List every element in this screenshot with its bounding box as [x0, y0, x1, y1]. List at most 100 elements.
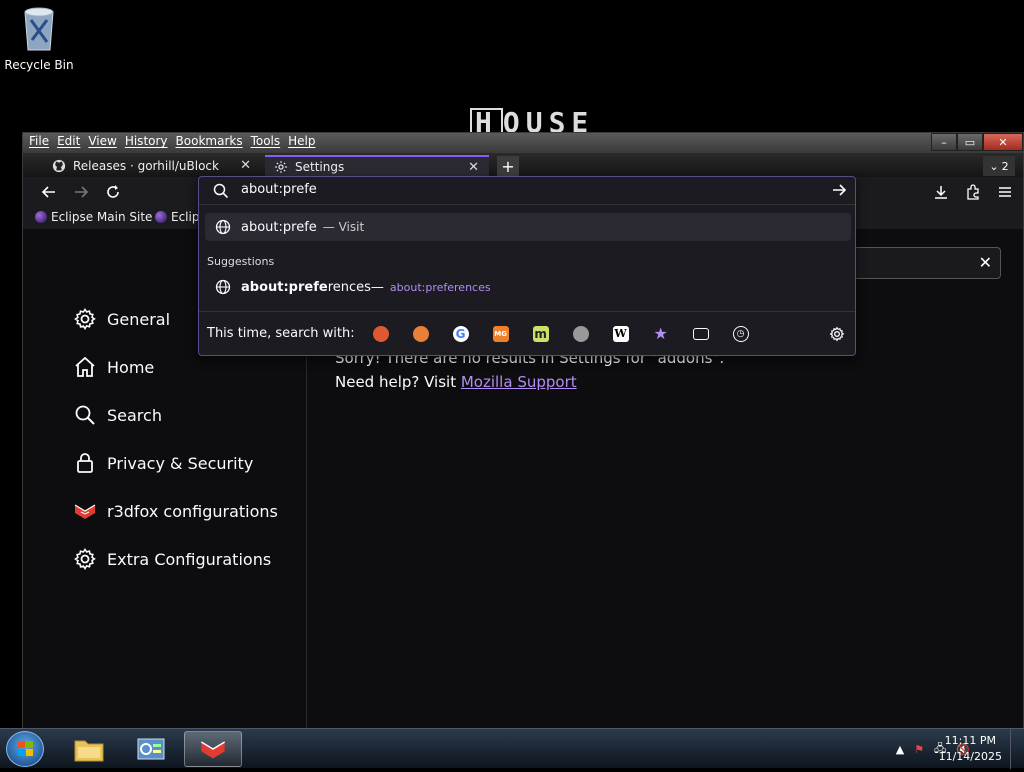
show-hidden-icons-icon[interactable]: ▲ — [896, 743, 904, 756]
control-panel-icon — [137, 738, 165, 760]
recycle-bin[interactable]: Recycle Bin — [4, 6, 74, 72]
bookmarks-star-icon[interactable]: ★ — [653, 324, 669, 343]
sidebar-item-label: General — [107, 309, 171, 329]
action-center-flag-icon[interactable]: ⚑ — [914, 743, 924, 756]
tab-title: Settings — [295, 160, 345, 174]
close-window-button[interactable]: ✕ — [983, 133, 1023, 151]
history-clock-icon[interactable]: ◷ — [732, 325, 749, 342]
folder-icon — [74, 740, 104, 762]
mozilla-support-link[interactable]: Mozilla Support — [461, 373, 577, 391]
home-icon — [75, 356, 95, 377]
recycle-bin-label: Recycle Bin — [4, 58, 74, 72]
show-desktop-button[interactable] — [1010, 729, 1024, 769]
menu-tools[interactable]: Tools — [251, 134, 281, 148]
marginalia-icon[interactable]: m — [532, 325, 549, 342]
sidebar-item-label: Search — [107, 405, 162, 425]
searx-icon[interactable] — [572, 325, 589, 342]
one-off-search-bar: This time, search with: G MG m W ★ ◷ — [199, 311, 855, 355]
github-icon — [51, 158, 67, 174]
menu-file[interactable]: File — [29, 134, 49, 148]
suggestion-rest-text: rences — [327, 279, 371, 295]
menu-history[interactable]: History — [125, 134, 168, 148]
sidebar-item-r3dfox[interactable]: r3dfox configurations — [73, 499, 278, 523]
duckduckgo-lite-icon[interactable] — [412, 325, 429, 342]
search-icon — [213, 183, 229, 203]
recycle-bin-icon — [22, 6, 56, 52]
sidebar-item-label: Home — [107, 357, 155, 377]
clock-date: 11/14/2025 — [938, 750, 1002, 763]
title-bar: File Edit View History Bookmarks Tools H… — [23, 133, 1023, 153]
taskbar-r3dfox[interactable] — [184, 731, 242, 767]
urlbar — [199, 177, 855, 205]
search-settings-gear-icon[interactable] — [829, 326, 845, 346]
urlbar-dropdown: about:prefe — Visit Suggestions about:pr… — [198, 176, 856, 356]
sidebar-item-home[interactable]: Home — [73, 355, 154, 379]
urlbar-suggestion[interactable]: about:prefe rences — about:preferences — [205, 275, 851, 299]
sidebar-item-privacy-security[interactable]: Privacy & Security — [73, 451, 253, 475]
url-input[interactable] — [241, 182, 801, 197]
forward-button[interactable] — [71, 182, 91, 202]
menu-bar: File Edit View History Bookmarks Tools H… — [29, 134, 316, 148]
r3dfox-icon — [74, 504, 96, 519]
menu-edit[interactable]: Edit — [57, 134, 80, 148]
close-tab-icon[interactable]: ✕ — [240, 158, 251, 173]
downloads-button[interactable] — [931, 182, 951, 202]
globe-icon — [215, 219, 231, 235]
tabs-icon[interactable] — [692, 327, 709, 340]
help-prefix: Need help? Visit — [335, 373, 461, 391]
bookmark-label: Eclipse Main Site — [51, 210, 153, 224]
start-button[interactable] — [6, 731, 44, 767]
mojeek-icon[interactable]: MG — [492, 325, 509, 342]
r3dfox-icon — [200, 741, 226, 759]
menu-help[interactable]: Help — [288, 134, 315, 148]
extensions-button[interactable] — [963, 182, 983, 202]
wikipedia-icon[interactable]: W — [612, 325, 629, 342]
tab-ublock-releases[interactable]: Releases · gorhill/uBlock ✕ — [43, 155, 261, 177]
go-arrow-icon[interactable] — [831, 182, 847, 202]
app-menu-button[interactable] — [995, 182, 1015, 202]
maximize-button[interactable]: ▭ — [957, 133, 983, 151]
close-tab-icon[interactable]: ✕ — [468, 160, 479, 175]
duckduckgo-icon[interactable] — [372, 325, 389, 342]
taskbar-file-explorer[interactable] — [60, 731, 118, 767]
bookmark-eclipse-main[interactable]: Eclipse Main Site — [35, 210, 152, 224]
eclipse-icon — [35, 211, 47, 223]
gear-icon — [74, 308, 96, 330]
taskbar-control-panel[interactable] — [122, 731, 180, 767]
eclipse-icon — [155, 211, 167, 223]
sidebar-item-general[interactable]: General — [73, 307, 170, 331]
sidebar-item-label: Privacy & Security — [107, 453, 254, 473]
search-with-label: This time, search with: — [207, 326, 355, 341]
bookmark-eclipse-2[interactable]: Eclip — [155, 210, 199, 224]
tab-title: Releases · gorhill/uBlock — [73, 159, 219, 173]
list-all-tabs-button[interactable]: ⌄ 2 — [983, 156, 1015, 176]
visit-url-text: about:prefe — [241, 219, 317, 235]
clock[interactable]: 11:11 PM 11/14/2025 — [939, 733, 1002, 765]
suggestions-heading: Suggestions — [207, 255, 275, 268]
gear-icon — [74, 548, 96, 570]
bookmark-label: Eclip — [171, 210, 200, 224]
new-tab-button[interactable]: + — [497, 156, 519, 176]
lock-icon — [77, 453, 93, 473]
suggestion-separator: — — [370, 279, 384, 295]
menu-bookmarks[interactable]: Bookmarks — [176, 134, 243, 148]
search-icon — [75, 405, 95, 425]
suggestion-match-text: about:prefe — [241, 279, 328, 295]
back-button[interactable] — [39, 182, 59, 202]
minimize-button[interactable]: – — [931, 133, 957, 151]
sidebar-item-label: r3dfox configurations — [107, 501, 278, 521]
clear-icon[interactable]: ✕ — [979, 253, 992, 272]
menu-view[interactable]: View — [88, 134, 116, 148]
tab-strip: Releases · gorhill/uBlock ✕ Settings ✕ +… — [23, 153, 1023, 177]
globe-icon — [215, 279, 231, 295]
tab-settings[interactable]: Settings ✕ — [265, 155, 489, 177]
clock-time: 11:11 PM — [944, 734, 996, 747]
urlbar-result-visit[interactable]: about:prefe — Visit — [205, 213, 851, 241]
chevron-down-icon: ⌄ — [989, 159, 999, 173]
tab-count: 2 — [1001, 159, 1009, 173]
reload-button[interactable] — [103, 182, 123, 202]
google-icon[interactable]: G — [452, 325, 469, 342]
sidebar-item-label: Extra Configurations — [107, 549, 272, 569]
sidebar-item-search[interactable]: Search — [73, 403, 162, 427]
sidebar-item-extra-configurations[interactable]: Extra Configurations — [73, 547, 271, 571]
